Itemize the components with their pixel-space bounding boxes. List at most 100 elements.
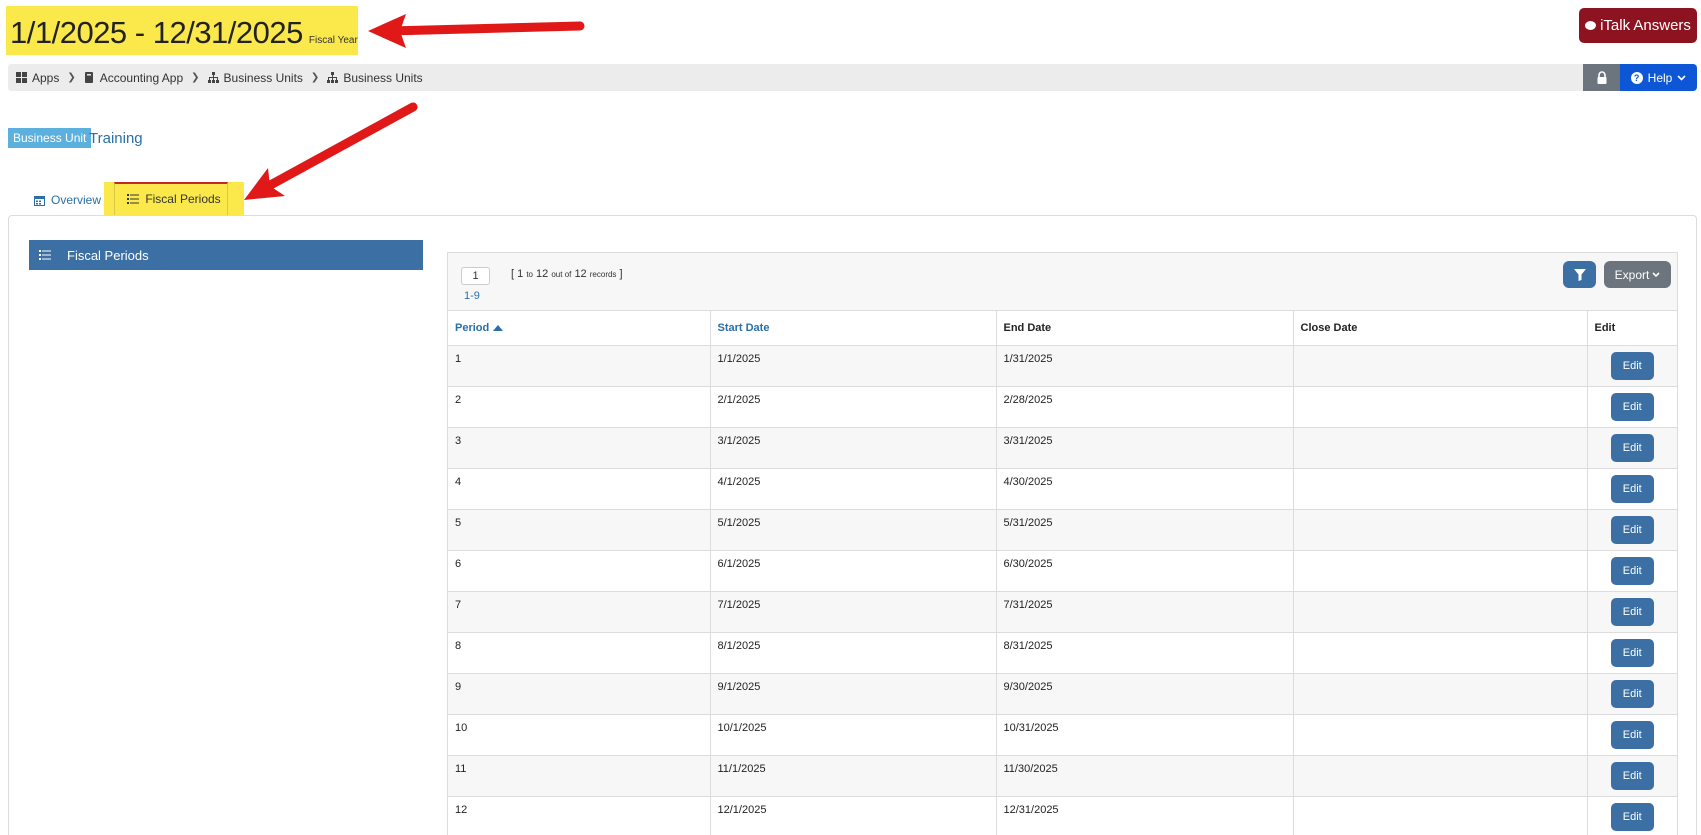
cell-start: 12/1/2025 [710, 796, 997, 835]
cell-close [1293, 796, 1588, 835]
chevron-down-icon [1677, 74, 1686, 81]
cell-close [1293, 673, 1588, 715]
breadcrumb-item-apps[interactable]: Apps [16, 71, 59, 85]
cell-start: 5/1/2025 [710, 509, 997, 551]
edit-button[interactable]: Edit [1610, 515, 1654, 544]
breadcrumb-item-business-units[interactable]: Business Units [207, 71, 303, 85]
table-row: 2 2/1/2025 2/28/2025 Edit [448, 386, 1677, 428]
tab-fiscal-periods-label: Fiscal Periods [145, 191, 221, 206]
table-row: 8 8/1/2025 8/31/2025 Edit [448, 632, 1677, 674]
cell-edit: Edit [1587, 509, 1677, 551]
sitemap-icon [207, 72, 219, 83]
table-row: 10 10/1/2025 10/31/2025 Edit [448, 714, 1677, 756]
cell-period: 5 [448, 509, 711, 551]
fiscal-year-range: 1/1/2025 - 12/31/2025 [10, 15, 303, 50]
edit-button[interactable]: Edit [1610, 556, 1654, 585]
cell-period: 8 [448, 632, 711, 674]
cell-period: 9 [448, 673, 711, 715]
calendar-icon [34, 195, 45, 206]
cell-end: 9/30/2025 [996, 673, 1294, 715]
edit-button[interactable]: Edit [1610, 761, 1654, 790]
filter-button[interactable] [1563, 261, 1596, 288]
grid-icon [16, 72, 27, 83]
cell-end: 3/31/2025 [996, 427, 1294, 469]
book-icon [84, 72, 93, 83]
cell-end: 6/30/2025 [996, 550, 1294, 592]
cell-close [1293, 591, 1588, 633]
breadcrumb: Apps ❯ Accounting App ❯ Business Units ❯… [16, 64, 423, 91]
lock-button[interactable] [1583, 64, 1620, 91]
tab-overview[interactable]: Overview [34, 190, 101, 210]
cell-edit: Edit [1587, 427, 1677, 469]
edit-button[interactable]: Edit [1610, 433, 1654, 462]
edit-button[interactable]: Edit [1610, 392, 1654, 421]
cell-edit: Edit [1587, 345, 1677, 387]
cell-start: 8/1/2025 [710, 632, 997, 674]
cell-end: 4/30/2025 [996, 468, 1294, 510]
cell-close [1293, 632, 1588, 674]
edit-button[interactable]: Edit [1610, 597, 1654, 626]
lock-icon [1597, 71, 1606, 84]
cell-edit: Edit [1587, 550, 1677, 592]
column-header-close-date: Close Date [1293, 311, 1588, 346]
cell-period: 3 [448, 427, 711, 469]
tab-overview-label: Overview [51, 193, 102, 207]
export-button[interactable]: Export [1604, 261, 1671, 288]
table-row: 4 4/1/2025 4/30/2025 Edit [448, 468, 1677, 510]
column-header-end-date: End Date [996, 311, 1294, 346]
column-header-edit: Edit [1587, 311, 1677, 346]
cell-end: 10/31/2025 [996, 714, 1294, 756]
cell-close [1293, 468, 1588, 510]
sidebar-heading: Fiscal Periods [67, 247, 149, 263]
help-button[interactable]: ? Help [1620, 64, 1697, 91]
comment-icon [1585, 21, 1597, 30]
cell-start: 7/1/2025 [710, 591, 997, 633]
edit-button[interactable]: Edit [1610, 474, 1654, 503]
cell-close [1293, 345, 1588, 387]
column-header-start-date[interactable]: Start Date [710, 311, 997, 346]
cell-close [1293, 386, 1588, 428]
table-row: 9 9/1/2025 9/30/2025 Edit [448, 673, 1677, 715]
cell-close [1293, 714, 1588, 756]
cell-end: 7/31/2025 [996, 591, 1294, 633]
edit-button[interactable]: Edit [1610, 802, 1654, 831]
page-number-input[interactable]: 1 [461, 267, 490, 285]
sitemap-icon [327, 72, 339, 83]
record-count: [ 1 to 12 out of 12 records ] [511, 268, 623, 280]
edit-button[interactable]: Edit [1610, 720, 1654, 749]
export-label: Export [1614, 267, 1650, 282]
table-row: 1 1/1/2025 1/31/2025 Edit [448, 345, 1677, 387]
cell-period: 4 [448, 468, 711, 510]
cell-period: 2 [448, 386, 711, 428]
sidebar-item-fiscal-periods[interactable]: Fiscal Periods [29, 240, 423, 270]
cell-edit: Edit [1587, 591, 1677, 633]
cell-end: 11/30/2025 [996, 755, 1294, 797]
cell-start: 2/1/2025 [710, 386, 997, 428]
page-range-link[interactable]: 1-9 [464, 290, 480, 302]
edit-button[interactable]: Edit [1610, 351, 1654, 380]
table-row: 6 6/1/2025 6/30/2025 Edit [448, 550, 1677, 592]
breadcrumb-item-accounting-app[interactable]: Accounting App [84, 71, 183, 85]
business-unit-name: Training [89, 129, 143, 147]
filter-icon [1573, 268, 1586, 281]
fiscal-periods-table: Period Start Date End Date Close Date Ed… [448, 311, 1677, 835]
edit-button[interactable]: Edit [1610, 638, 1654, 667]
sort-ascending-icon [493, 324, 504, 331]
table-row: 5 5/1/2025 5/31/2025 Edit [448, 509, 1677, 551]
cell-start: 4/1/2025 [710, 468, 997, 510]
cell-edit: Edit [1587, 386, 1677, 428]
fiscal-year-title: 1/1/2025 - 12/31/2025 Fiscal Year [6, 6, 358, 55]
cell-start: 9/1/2025 [710, 673, 997, 715]
cell-edit: Edit [1587, 755, 1677, 797]
table-row: 12 12/1/2025 12/31/2025 Edit [448, 796, 1677, 835]
italk-answers-label: iTalk Answers [1600, 17, 1691, 34]
italk-answers-button[interactable]: iTalk Answers [1579, 8, 1697, 43]
edit-button[interactable]: Edit [1610, 679, 1654, 708]
list-icon [127, 193, 140, 204]
column-header-period[interactable]: Period [448, 311, 711, 346]
chevron-right-icon: ❯ [310, 72, 320, 83]
table-row: 7 7/1/2025 7/31/2025 Edit [448, 591, 1677, 633]
tab-fiscal-periods[interactable]: Fiscal Periods [104, 182, 244, 215]
chevron-right-icon: ❯ [67, 72, 76, 83]
cell-close [1293, 755, 1588, 797]
